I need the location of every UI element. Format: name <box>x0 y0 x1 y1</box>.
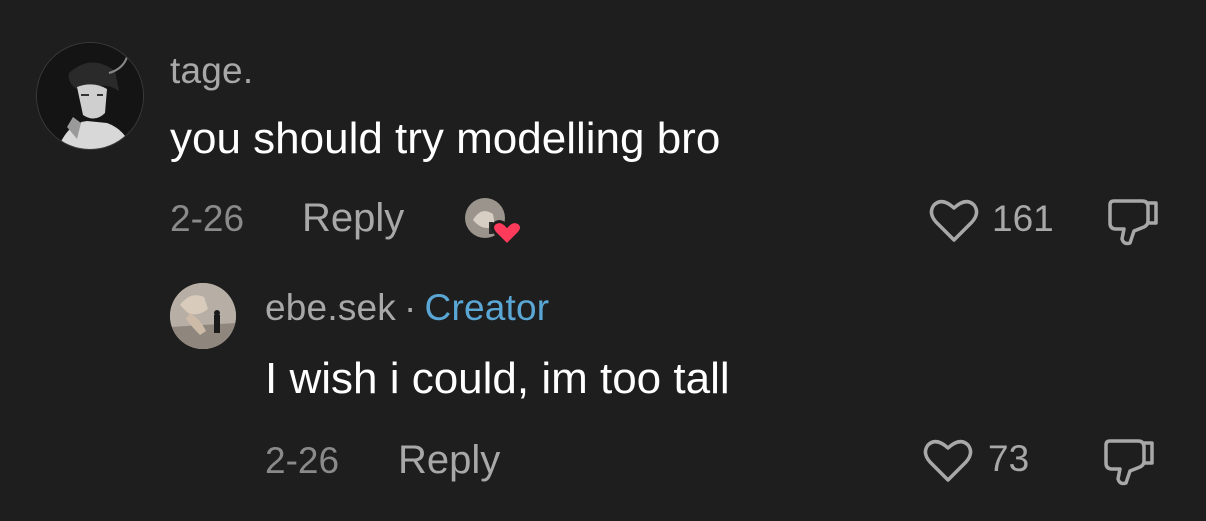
avatar-photo-icon <box>170 283 236 349</box>
thumbs-down-icon <box>1108 199 1158 246</box>
like-button[interactable] <box>922 436 974 484</box>
reply-date: 2-26 <box>265 440 340 481</box>
user-avatar[interactable] <box>36 42 144 150</box>
reply-button[interactable]: Reply <box>398 438 500 483</box>
heart-icon <box>929 199 979 242</box>
creator-heart-icon <box>465 198 523 248</box>
like-count: 161 <box>992 198 1054 239</box>
separator-dot: · <box>404 287 417 328</box>
heart-icon <box>923 439 973 482</box>
avatar-illustration-icon <box>37 43 143 149</box>
dislike-button[interactable] <box>1106 195 1162 247</box>
reply-username-row: ebe.sek · Creator <box>265 287 549 329</box>
reply-text: I wish i could, im too tall <box>265 354 730 403</box>
comment-date: 2-26 <box>170 198 245 239</box>
comment-text: you should try modelling bro <box>170 114 721 163</box>
creator-liked-badge <box>463 196 523 248</box>
thumbs-down-icon <box>1104 439 1154 486</box>
creator-avatar[interactable] <box>170 283 236 349</box>
reply-button[interactable]: Reply <box>302 196 404 241</box>
comment-username[interactable]: tage. <box>170 50 253 92</box>
like-count: 73 <box>988 438 1030 479</box>
like-button[interactable] <box>928 196 980 244</box>
creator-badge: Creator <box>424 287 550 328</box>
dislike-button[interactable] <box>1102 435 1158 487</box>
reply-username[interactable]: ebe.sek <box>265 287 396 328</box>
